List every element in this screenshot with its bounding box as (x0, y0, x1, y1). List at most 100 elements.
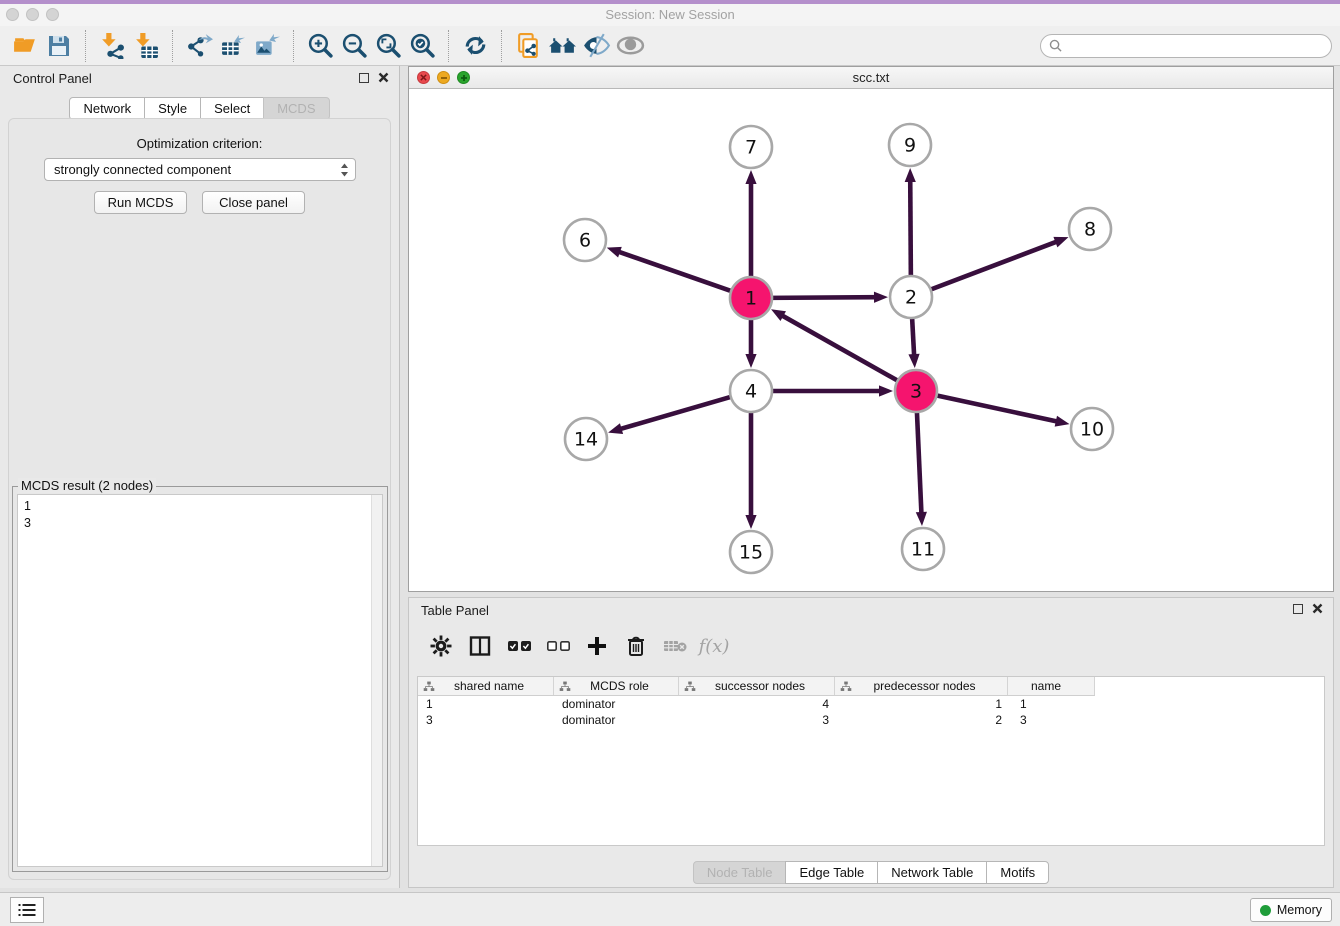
delete-table-button[interactable] (661, 632, 689, 660)
export-image-button[interactable] (250, 30, 284, 62)
control-panel-header: Control Panel (0, 66, 399, 92)
zoom-out-button[interactable] (337, 30, 371, 62)
edge-arrowhead (1053, 237, 1068, 247)
memory-button[interactable]: Memory (1250, 898, 1332, 922)
graph-edge-2-9[interactable] (910, 180, 911, 278)
export-network-button[interactable] (182, 30, 216, 62)
graph-edge-3-1[interactable] (781, 315, 899, 381)
column-header-shared-name[interactable]: shared name (418, 677, 554, 695)
mcds-result-items: 13 (18, 498, 382, 532)
tab-style[interactable]: Style (144, 97, 201, 120)
close-panel-icon[interactable] (1312, 603, 1323, 614)
edge-arrowhead (771, 309, 786, 321)
import-table-button[interactable] (129, 30, 163, 62)
network-canvas[interactable]: 7968124314101511 (409, 89, 1333, 591)
graph-edge-4-14[interactable] (620, 396, 733, 429)
edge-arrowhead (608, 423, 623, 434)
float-panel-icon[interactable] (359, 73, 369, 83)
tab-motifs[interactable]: Motifs (986, 861, 1049, 884)
tab-network[interactable]: Network (69, 97, 145, 120)
delete-columns-button[interactable] (622, 632, 650, 660)
export-image-icon (254, 32, 281, 59)
run-mcds-button[interactable]: Run MCDS (94, 191, 187, 214)
graph-edge-1-2[interactable] (770, 297, 876, 298)
export-network-icon (186, 32, 213, 59)
refresh-layout-icon (462, 32, 489, 59)
table-settings-button[interactable] (427, 632, 455, 660)
tab-mcds[interactable]: MCDS (263, 97, 329, 120)
table-panel-title: Table Panel (421, 603, 489, 618)
result-list-item[interactable]: 3 (18, 515, 382, 532)
graph-edge-2-8[interactable] (929, 241, 1058, 290)
deselect-all-button[interactable] (544, 632, 572, 660)
toggle-column-view-button[interactable] (466, 632, 494, 660)
edge-arrowhead (1055, 416, 1070, 427)
table-cell: dominator (554, 712, 679, 728)
zoom-selected-button[interactable] (405, 30, 439, 62)
graph-edge-3-10[interactable] (935, 395, 1058, 422)
zoom-in-button[interactable] (303, 30, 337, 62)
criterion-dropdown[interactable]: strongly connected component (44, 158, 356, 181)
node-label: 10 (1080, 419, 1104, 441)
network-window-title: scc.txt (409, 70, 1333, 85)
create-column-button[interactable] (583, 632, 611, 660)
graph-edge-2-3[interactable] (912, 316, 914, 356)
result-list-item[interactable]: 1 (18, 498, 382, 515)
control-panel-title: Control Panel (13, 71, 92, 86)
select-all-button[interactable] (505, 632, 533, 660)
mcds-result-list[interactable]: 13 (17, 494, 383, 867)
delete-table-icon (663, 638, 687, 654)
deselect-all-icon (546, 638, 571, 654)
zoom-selected-icon (409, 32, 436, 59)
save-session-button[interactable] (42, 30, 76, 62)
open-session-button[interactable] (8, 30, 42, 62)
tab-network-table[interactable]: Network Table (877, 861, 987, 884)
result-scrollbar[interactable] (371, 495, 382, 866)
node-label: 15 (739, 542, 763, 564)
node-table-header: shared name MCDS role (418, 677, 1095, 696)
column-header-name[interactable]: name (1008, 677, 1095, 695)
hide-graphics-details-icon (616, 32, 645, 59)
first-neighbors-button[interactable] (545, 30, 579, 62)
first-neighbors-icon (548, 32, 577, 59)
save-icon (46, 33, 72, 59)
node-table-body: 1dominator4113dominator323 (418, 696, 1324, 728)
clone-network-button[interactable] (511, 30, 545, 62)
mcds-result-group: MCDS result (2 nodes) 13 (12, 486, 388, 872)
function-builder-button[interactable]: f(x) (700, 632, 728, 660)
import-network-button[interactable] (95, 30, 129, 62)
apply-layout-button[interactable] (458, 30, 492, 62)
tab-node-table[interactable]: Node Table (693, 861, 787, 884)
search-input[interactable] (1067, 38, 1323, 54)
open-folder-icon (12, 32, 39, 59)
column-header-predecessor-nodes[interactable]: predecessor nodes (835, 677, 1008, 695)
table-cell: 3 (679, 712, 835, 728)
toolbar-separator (293, 30, 294, 62)
float-panel-icon[interactable] (1293, 604, 1303, 614)
show-graphics-details-button[interactable] (579, 30, 613, 62)
close-panel-icon[interactable] (378, 72, 389, 83)
table-cell: 1 (1008, 696, 1094, 712)
edge-arrowhead (874, 292, 888, 303)
table-row[interactable]: 1dominator411 (418, 696, 1324, 712)
edge-arrowhead (745, 170, 756, 184)
network-graph[interactable]: 7968124314101511 (409, 89, 1333, 591)
close-panel-button[interactable]: Close panel (202, 191, 305, 214)
tab-edge-table[interactable]: Edge Table (785, 861, 878, 884)
hide-graphics-details-button[interactable] (613, 30, 647, 62)
tab-select[interactable]: Select (200, 97, 264, 120)
add-column-icon (587, 636, 607, 656)
function-builder-icon: f(x) (699, 636, 730, 657)
column-layout-icon (469, 635, 491, 657)
table-row[interactable]: 3dominator323 (418, 712, 1324, 728)
task-history-button[interactable] (10, 897, 44, 923)
column-header-mcds-role[interactable]: MCDS role (554, 677, 679, 695)
node-label: 3 (910, 381, 922, 403)
column-header-successor-nodes[interactable]: successor nodes (679, 677, 835, 695)
graph-edge-3-11[interactable] (917, 410, 922, 514)
export-table-button[interactable] (216, 30, 250, 62)
zoom-fit-button[interactable] (371, 30, 405, 62)
control-panel-tabbar: Network Style Select MCDS (0, 97, 399, 120)
attribute-type-icon (840, 681, 852, 692)
graph-edge-1-6[interactable] (618, 252, 733, 292)
